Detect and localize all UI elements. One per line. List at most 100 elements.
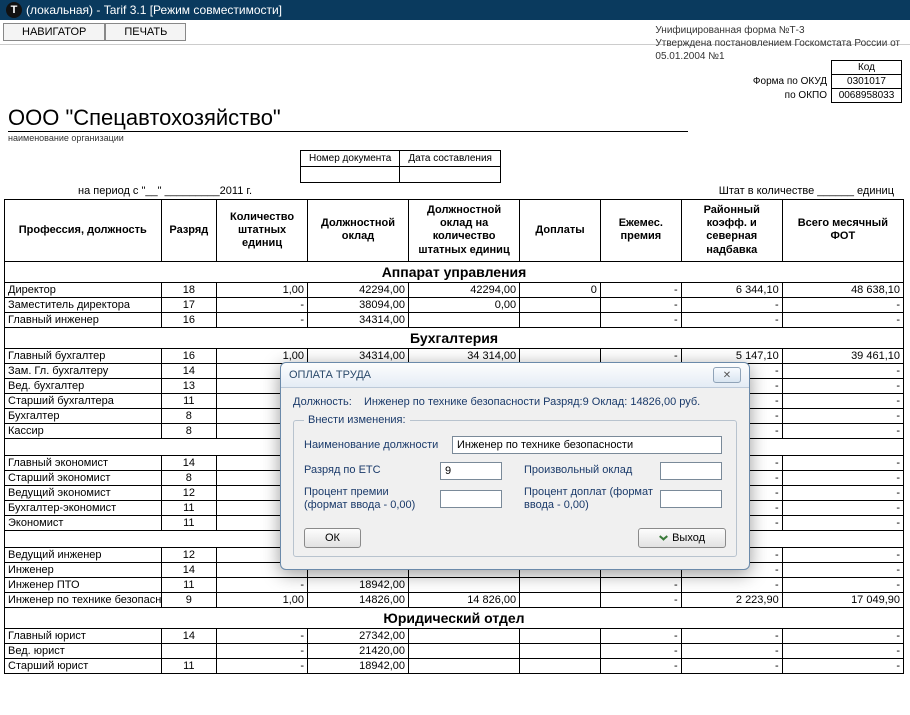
doplaty-percent-input[interactable] (660, 490, 722, 508)
cell-fot: - (782, 393, 903, 408)
table-row[interactable]: Инженер по технике безопасности91,001482… (5, 592, 904, 607)
okud-label: Форма по ОКУД (747, 75, 832, 89)
cell-koeff: - (681, 297, 782, 312)
section-title: Юридический отдел (5, 607, 904, 628)
cell-razr: 11 (161, 515, 217, 530)
bonus-percent-label: Процент премии (формат ввода - 0,00) (304, 486, 434, 512)
cell-prof: Старший бухгалтера (5, 393, 162, 408)
dialog-titlebar[interactable]: ОПЛАТА ТРУДА ✕ (281, 363, 749, 388)
cell-prof: Главный экономист (5, 455, 162, 470)
navigator-button[interactable]: НАВИГАТОР (3, 23, 105, 41)
table-row[interactable]: Старший юрист11-18942,00--- (5, 658, 904, 673)
cell-fot: - (782, 500, 903, 515)
position-name-input[interactable] (452, 436, 722, 454)
okpo-label: по ОКПО (747, 89, 832, 103)
cell-fot: - (782, 378, 903, 393)
section-title: Аппарат управления (5, 261, 904, 282)
cell-fot: 17 049,90 (782, 592, 903, 607)
th-razryad: Разряд (161, 200, 217, 262)
cell-prem: - (600, 643, 681, 658)
cell-razr: 11 (161, 393, 217, 408)
cell-razr: 8 (161, 470, 217, 485)
cell-fot: - (782, 485, 903, 500)
table-row[interactable]: Главный юрист14-27342,00--- (5, 628, 904, 643)
cell-razr: 13 (161, 378, 217, 393)
cell-qty: - (217, 297, 308, 312)
cell-prem: - (600, 348, 681, 363)
ok-button[interactable]: ОК (304, 528, 361, 548)
cell-fot: - (782, 312, 903, 327)
cell-fot: - (782, 470, 903, 485)
section-title: Бухгалтерия (5, 327, 904, 348)
cell-prof: Бухгалтер (5, 408, 162, 423)
cell-prof: Ведущий инженер (5, 547, 162, 562)
cell-oklad_qty: 42294,00 (409, 282, 520, 297)
cell-prem: - (600, 282, 681, 297)
cell-prof: Бухгалтер-экономист (5, 500, 162, 515)
cell-fot: - (782, 297, 903, 312)
kod-header: Код (832, 61, 902, 75)
cell-fot: 39 461,10 (782, 348, 903, 363)
cell-koeff: 2 223,90 (681, 592, 782, 607)
table-row[interactable]: Вед. юрист-21420,00--- (5, 643, 904, 658)
table-row[interactable]: Инженер ПТО11-18942,00--- (5, 577, 904, 592)
cell-qty: - (217, 577, 308, 592)
cell-prof: Экономист (5, 515, 162, 530)
org-name: ООО "Спецавтохозяйство" (8, 105, 910, 131)
window-titlebar: T (локальная) - Tarif 3.1 [Режим совмест… (0, 0, 910, 20)
cell-fot: - (782, 562, 903, 577)
table-row[interactable]: Заместитель директора17-38094,000,00--- (5, 297, 904, 312)
cell-oklad_qty (409, 312, 520, 327)
cell-prem: - (600, 592, 681, 607)
position-name-label: Наименование должности (304, 439, 444, 451)
cell-fot: - (782, 423, 903, 438)
cell-oklad: 21420,00 (308, 643, 409, 658)
cell-prof: Директор (5, 282, 162, 297)
doc-num-label: Номер документа (301, 151, 400, 167)
cell-oklad_qty (409, 658, 520, 673)
cell-prof: Вед. юрист (5, 643, 162, 658)
cell-razr: 18 (161, 282, 217, 297)
cell-prem: - (600, 628, 681, 643)
section-header: Аппарат управления (5, 261, 904, 282)
table-row[interactable]: Главный инженер16-34314,00--- (5, 312, 904, 327)
cell-prof: Инженер ПТО (5, 577, 162, 592)
arbitrary-salary-input[interactable] (660, 462, 722, 480)
cell-oklad: 27342,00 (308, 628, 409, 643)
close-icon[interactable]: ✕ (713, 367, 741, 383)
exit-label: Выход (672, 532, 705, 544)
cell-koeff: - (681, 658, 782, 673)
th-oklad-qty: Должностной оклад на количество штатных … (409, 200, 520, 262)
cell-qty: - (217, 658, 308, 673)
cell-dopl: 0 (520, 282, 601, 297)
cell-razr: 14 (161, 363, 217, 378)
changes-fieldset: Внести изменения: Наименование должности… (293, 414, 737, 557)
table-row[interactable]: Директор181,0042294,0042294,000-6 344,10… (5, 282, 904, 297)
cell-dopl (520, 577, 601, 592)
bonus-percent-input[interactable] (440, 490, 502, 508)
window-title: (локальная) - Tarif 3.1 [Режим совместим… (26, 3, 282, 17)
table-row[interactable]: Главный бухгалтер161,0034314,0034 314,00… (5, 348, 904, 363)
razryad-input[interactable] (440, 462, 502, 480)
doplaty-percent-label: Процент доплат (формат ввода - 0,00) (524, 486, 654, 512)
codes-block: Код Форма по ОКУД0301017 по ОКПО00689580… (747, 60, 902, 103)
cell-prof: Ведущий экономист (5, 485, 162, 500)
payment-dialog: ОПЛАТА ТРУДА ✕ Должность: Инженер по тех… (280, 362, 750, 570)
cell-oklad: 18942,00 (308, 658, 409, 673)
cell-razr: 8 (161, 408, 217, 423)
cell-prof: Главный юрист (5, 628, 162, 643)
print-button[interactable]: ПЕЧАТЬ (105, 23, 186, 41)
cell-dopl (520, 643, 601, 658)
cell-razr: 9 (161, 592, 217, 607)
cell-razr: 11 (161, 577, 217, 592)
exit-button[interactable]: Выход (638, 528, 726, 548)
cell-oklad_qty: 14 826,00 (409, 592, 520, 607)
cell-prof: Старший юрист (5, 658, 162, 673)
cell-fot: - (782, 643, 903, 658)
razryad-label: Разряд по ЕТС (304, 464, 434, 477)
section-header: Бухгалтерия (5, 327, 904, 348)
cell-koeff: - (681, 628, 782, 643)
dialog-summary: Должность: Инженер по технике безопаснос… (293, 396, 737, 408)
cell-oklad_qty: 34 314,00 (409, 348, 520, 363)
cell-koeff: - (681, 312, 782, 327)
